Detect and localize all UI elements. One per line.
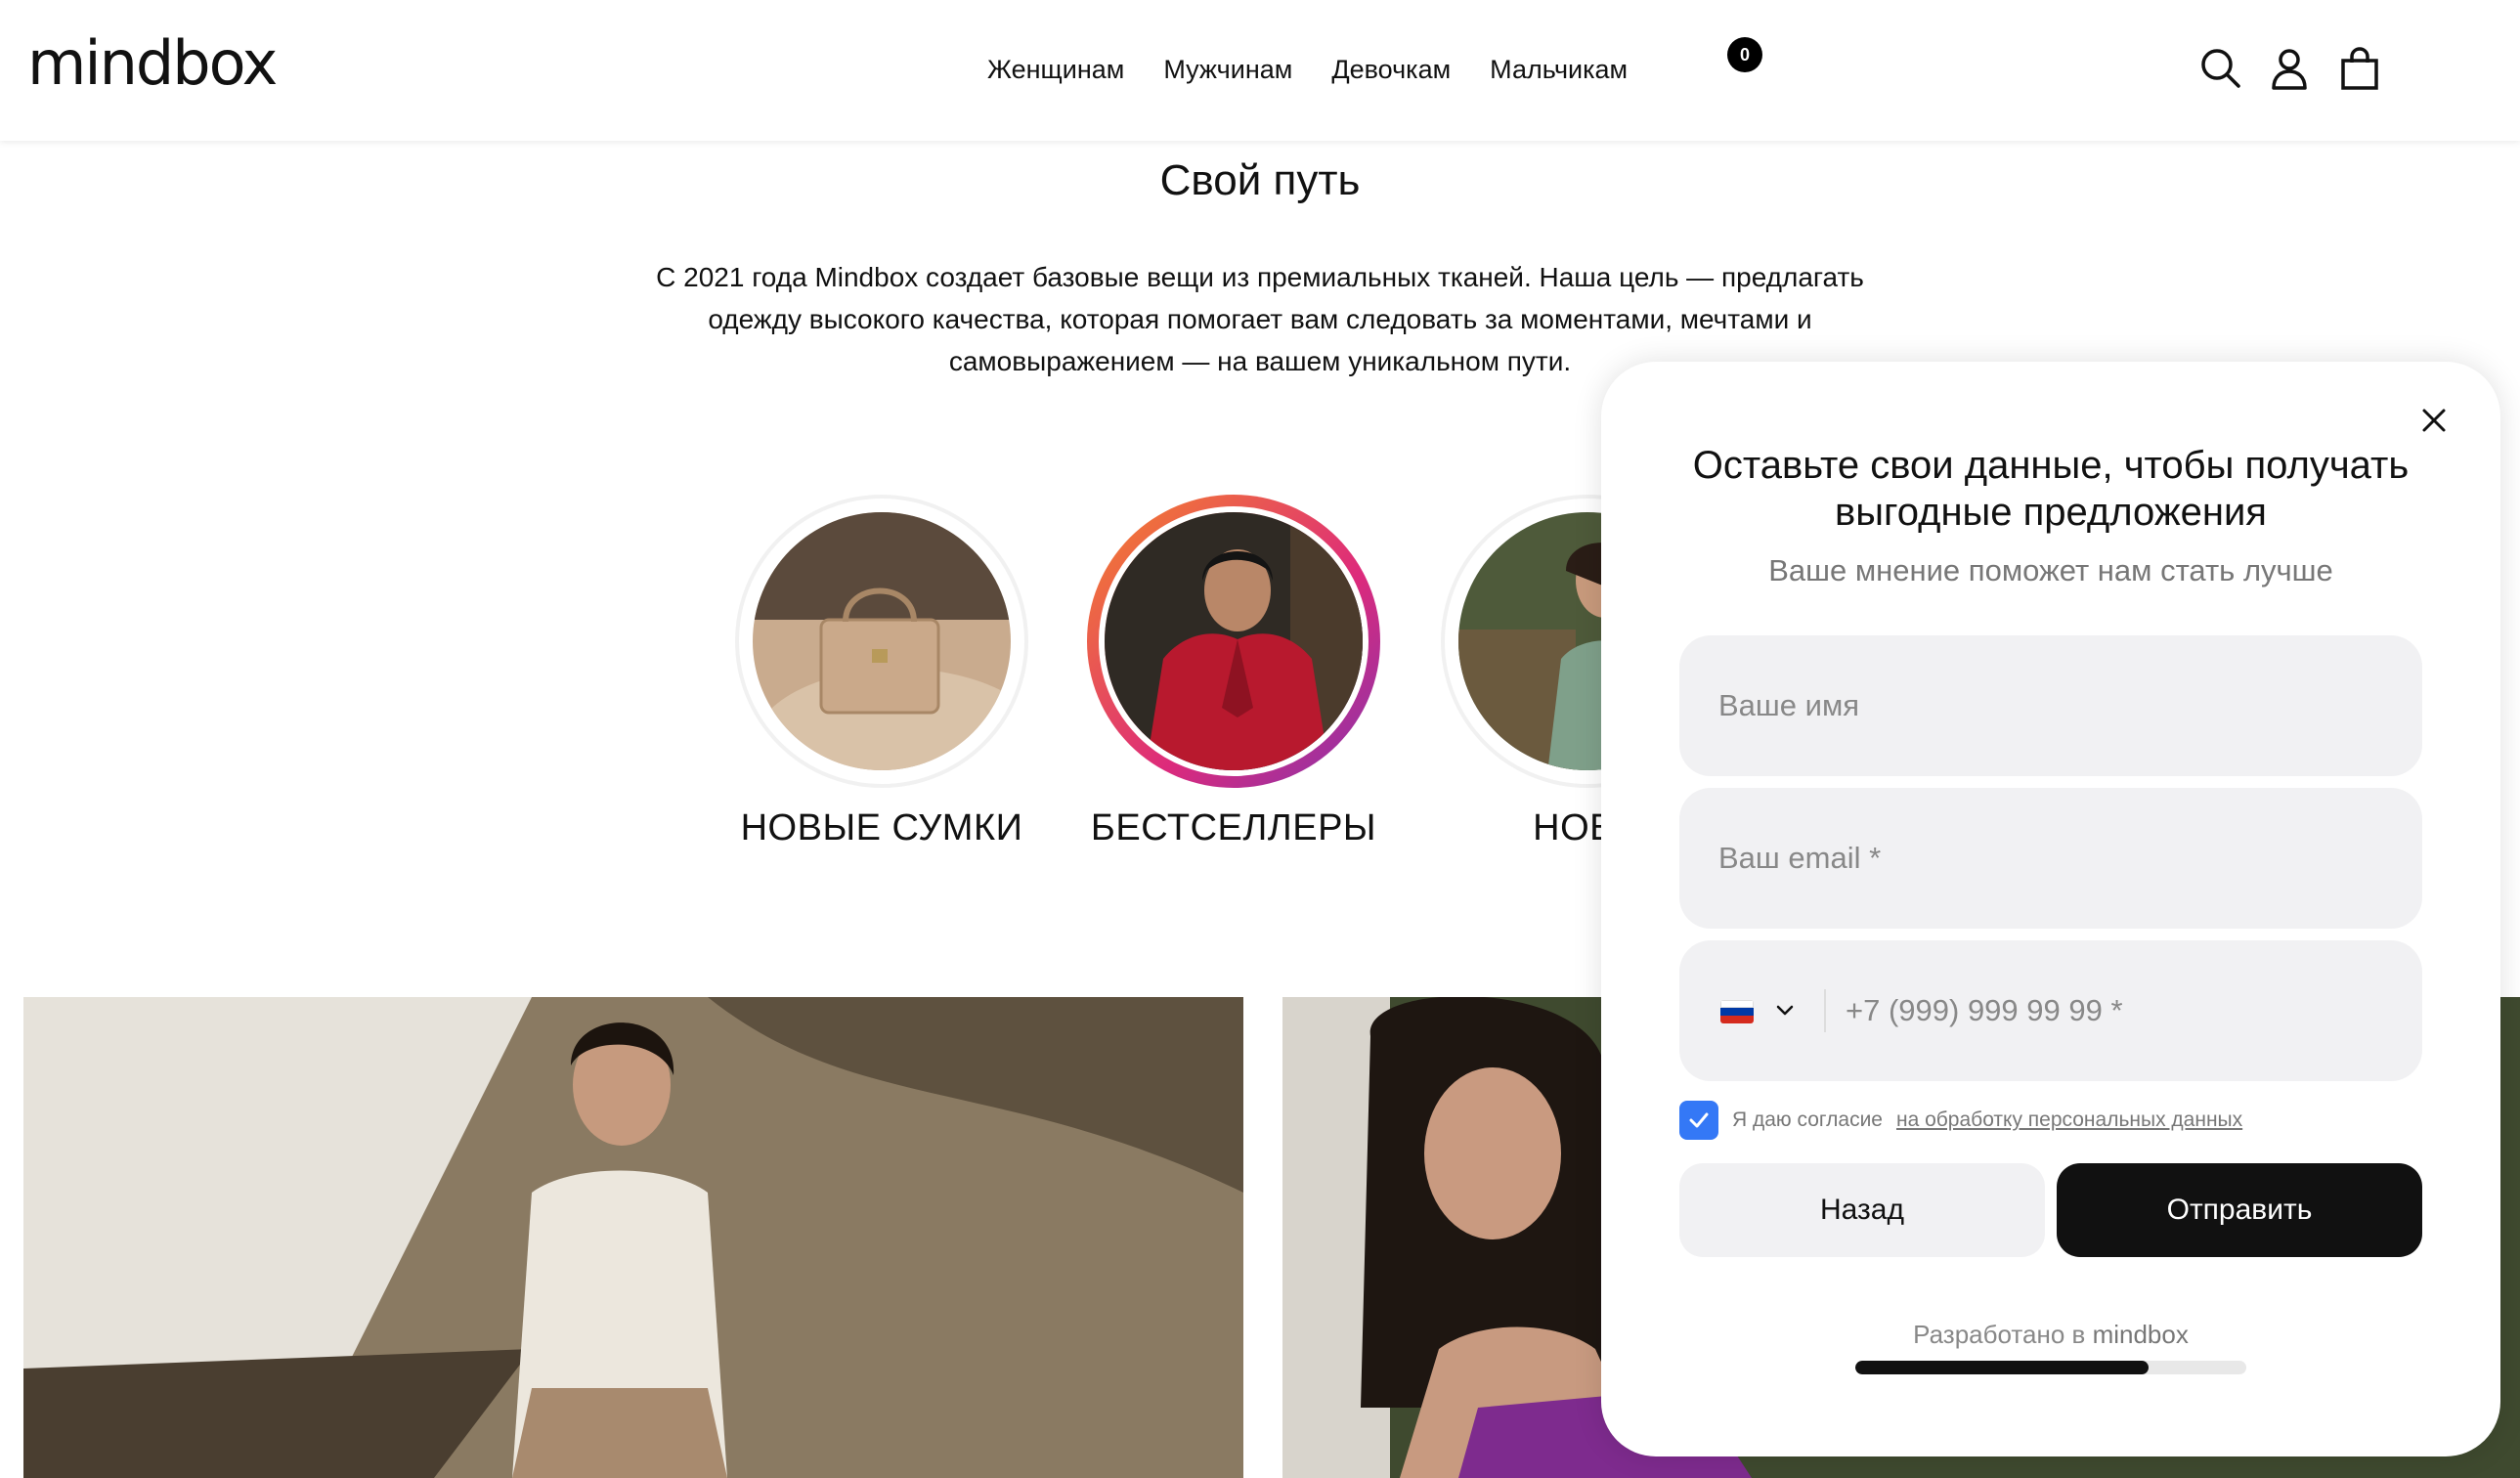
phone-field-wrapper — [1679, 940, 2422, 1081]
consent-link[interactable]: на обработку персональных данных — [1896, 1108, 2242, 1132]
email-field[interactable] — [1679, 788, 2422, 929]
main-nav: Женщинам Мужчинам Девочкам Мальчикам — [987, 55, 1628, 85]
story-image-bestsellers — [1099, 506, 1369, 776]
story-image-bag — [747, 506, 1017, 776]
progress-bar — [1855, 1361, 2246, 1374]
story-ring-active — [1087, 495, 1380, 788]
site-header: mindbox Женщинам Мужчинам Девочкам Мальч… — [0, 0, 2520, 141]
search-icon[interactable] — [2197, 45, 2244, 92]
section-title: Свой путь — [1159, 156, 1361, 204]
phone-divider — [1824, 989, 1826, 1032]
nav-item-girls[interactable]: Девочкам — [1331, 55, 1451, 85]
story-new-bags[interactable]: НОВЫЕ СУМКИ — [735, 495, 1028, 849]
cart-icon[interactable] — [2336, 45, 2383, 92]
cart-count-badge: 0 — [1727, 37, 1762, 72]
back-button[interactable]: Назад — [1679, 1163, 2045, 1257]
popup-title: Оставьте свои данные, чтобы получать выг… — [1692, 444, 2410, 534]
promo-photo-men[interactable] — [23, 997, 1243, 1478]
powered-brand[interactable]: mindbox — [2093, 1320, 2189, 1349]
brand-logo[interactable]: mindbox — [27, 27, 278, 99]
consent-text: Я даю согласие — [1732, 1108, 1883, 1131]
close-icon[interactable] — [2420, 407, 2448, 434]
story-label: БЕСТСЕЛЛЕРЫ — [1090, 807, 1377, 848]
powered-prefix: Разработано в — [1913, 1320, 2086, 1349]
story-ring — [735, 495, 1028, 788]
user-icon[interactable] — [2266, 45, 2313, 92]
nav-item-boys[interactable]: Мальчикам — [1490, 55, 1628, 85]
consent-row: Я даю согласие на обработку персональных… — [1679, 1101, 2242, 1140]
name-field[interactable] — [1679, 635, 2422, 776]
story-label: НОВЫЕ СУМКИ — [740, 807, 1023, 848]
popup-subtitle: Ваше мнение поможет нам стать лучше — [1768, 553, 2333, 587]
nav-item-women[interactable]: Женщинам — [987, 55, 1124, 85]
russia-flag-icon[interactable] — [1720, 1000, 1754, 1023]
lead-form-popup: Оставьте свои данные, чтобы получать выг… — [1601, 362, 2500, 1456]
chevron-down-icon[interactable] — [1773, 999, 1797, 1022]
progress-fill — [1855, 1361, 2149, 1374]
nav-item-men[interactable]: Мужчинам — [1163, 55, 1292, 85]
phone-input[interactable] — [1846, 940, 2403, 1081]
powered-by: Разработано в mindbox — [1601, 1320, 2500, 1350]
story-bestsellers[interactable]: БЕСТСЕЛЛЕРЫ — [1087, 495, 1380, 849]
submit-button[interactable]: Отправить — [2057, 1163, 2422, 1257]
check-icon — [1689, 1112, 1709, 1128]
consent-checkbox[interactable] — [1679, 1101, 1718, 1140]
